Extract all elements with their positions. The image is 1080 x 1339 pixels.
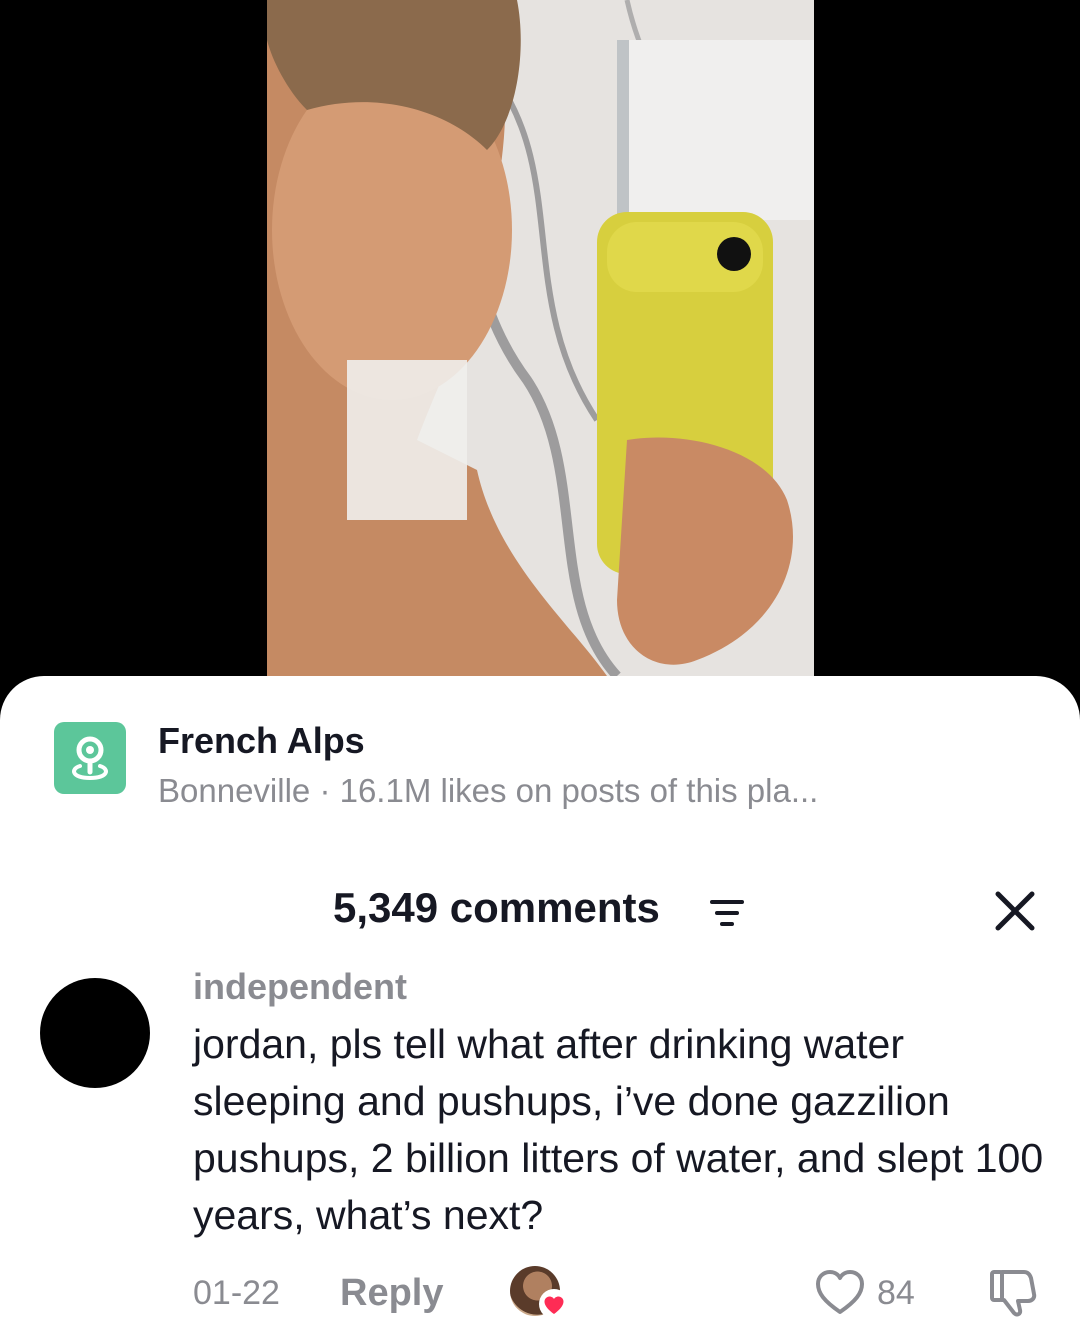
video-frame[interactable] [267, 0, 814, 676]
like-count: 84 [877, 1274, 915, 1312]
avatar[interactable] [40, 978, 150, 1088]
location-title: French Alps [158, 720, 365, 761]
location-banner[interactable]: French Alps Bonneville · 16.1M likes on … [54, 720, 1014, 810]
comment-actions: 01-22 Reply 84 [0, 1266, 1080, 1326]
thumbs-down-icon[interactable] [988, 1266, 1038, 1318]
close-icon[interactable] [990, 886, 1040, 936]
reply-button[interactable]: Reply [340, 1272, 443, 1315]
filter-icon[interactable] [708, 896, 746, 930]
comment-item: independent jordan, pls tell what after … [0, 966, 1080, 1336]
heart-icon[interactable] [814, 1268, 866, 1316]
location-subtitle: Bonneville · 16.1M likes on posts of thi… [158, 772, 819, 809]
comment-date: 01-22 [193, 1274, 280, 1312]
location-pin-icon [54, 722, 126, 794]
comments-count: 5,349 comments [333, 884, 660, 931]
comments-sheet: French Alps Bonneville · 16.1M likes on … [0, 676, 1080, 1339]
video-image [267, 0, 814, 676]
creator-liked-heart-icon [539, 1289, 569, 1319]
comment-username[interactable]: independent [193, 966, 407, 1008]
comment-text: jordan, pls tell what after drinking wat… [193, 1021, 1044, 1238]
video-player[interactable] [0, 0, 1080, 700]
comments-header: 5,349 comments [0, 880, 1080, 940]
